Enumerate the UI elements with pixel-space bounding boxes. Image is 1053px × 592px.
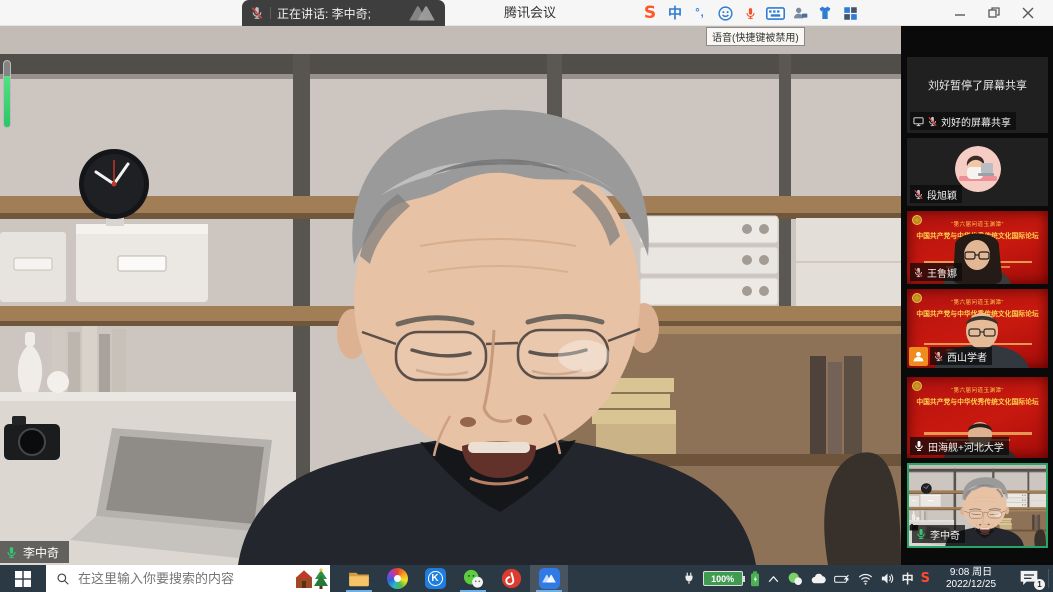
christmas-decoration-icon — [294, 567, 328, 590]
window-title: 腾讯会议 — [480, 0, 580, 26]
participant-label: 刘好的屏幕共享 — [910, 112, 1016, 130]
tab-divider — [270, 7, 271, 19]
participant-tile-xishanxuezhe[interactable]: “第六届问道玉渊潭” 中国共产党与中华优秀传统文化国际论坛 西山学者 — [907, 289, 1048, 368]
mic-muted-icon — [933, 351, 944, 362]
speaker-name: 李中奇 — [23, 544, 59, 561]
participants-sidebar: 刘好暂停了屏幕共享 刘好的屏幕共享 — [901, 26, 1053, 565]
search-input[interactable] — [78, 571, 278, 586]
tencent-meeting-taskbar-icon[interactable] — [530, 565, 568, 592]
voice-shortcut-tooltip: 语音(快捷键被禁用) — [706, 27, 805, 46]
mic-muted-icon — [913, 189, 924, 200]
member-badge-icon — [909, 347, 928, 366]
speaker-name-badge: 李中奇 — [0, 541, 69, 563]
search-icon — [56, 572, 70, 586]
power-plug-icon[interactable] — [682, 571, 696, 586]
restore-button[interactable] — [977, 0, 1011, 26]
meeting-tab[interactable]: 正在讲话: 李中奇; — [242, 0, 445, 26]
mic-muted-icon — [913, 267, 924, 278]
participant-label: 段旭颖 — [910, 185, 962, 203]
main-speaker-video[interactable]: 李中奇 — [0, 26, 901, 565]
punctuation-icon[interactable]: °, — [690, 3, 710, 23]
participant-tile-wangluna[interactable]: “第六届问道玉渊潭” 中国共产党与中华优秀传统文化国际论坛 王鲁娜 — [907, 211, 1048, 284]
chinese-mode-icon[interactable]: 中 — [665, 3, 685, 23]
notification-count-badge: 1 — [1034, 579, 1045, 590]
voice-input-icon[interactable] — [740, 3, 760, 23]
window-controls — [943, 0, 1045, 26]
mic-speaking-icon — [915, 528, 927, 540]
netease-music-icon[interactable] — [492, 565, 530, 592]
screenshare-paused-toast: 刘好暂停了屏幕共享 — [907, 77, 1048, 93]
minimize-button[interactable] — [943, 0, 977, 26]
wechat-icon[interactable] — [454, 565, 492, 592]
participant-label: 李中奇 — [912, 525, 965, 543]
participant-label: 王鲁娜 — [910, 263, 962, 281]
wechat-tray-icon[interactable] — [787, 572, 803, 586]
show-desktop-edge[interactable] — [1048, 569, 1049, 588]
mic-muted-icon — [250, 6, 264, 20]
kugou-music-icon[interactable]: K — [416, 565, 454, 592]
participant-tile-lizhongqi-active[interactable]: 李中奇 — [907, 463, 1048, 548]
battery-pen-icon[interactable] — [834, 573, 851, 585]
keyboard-icon[interactable] — [765, 3, 785, 23]
speaking-status: 正在讲话: 李中奇; — [277, 5, 371, 22]
tencent-meeting-window: 正在讲话: 李中奇; 腾讯会议 S 中 °, — [0, 0, 1053, 592]
mic-on-icon — [913, 440, 925, 452]
taskbar-search[interactable] — [46, 565, 330, 592]
close-button[interactable] — [1011, 0, 1045, 26]
participant-tile-screenshare[interactable]: 刘好暂停了屏幕共享 刘好的屏幕共享 — [907, 57, 1048, 133]
taskbar-clock[interactable]: 9:08 周日 2022/12/25 — [933, 567, 1009, 590]
speaker-video-frame — [0, 26, 901, 565]
volume-icon[interactable] — [880, 572, 895, 585]
battery-manager-icon[interactable] — [750, 571, 760, 587]
clock-time: 9:08 周日 — [933, 567, 1009, 579]
mic-speaking-icon — [5, 546, 18, 559]
participant-label: 田海舰+河北大学 — [910, 437, 1009, 455]
windows-taskbar: K 100% — [0, 565, 1053, 592]
volume-level-indicator — [3, 60, 11, 128]
tencent-meeting-logo-icon — [407, 3, 437, 23]
sogou-tray-icon[interactable]: S — [921, 571, 930, 586]
screen-share-icon — [913, 116, 924, 127]
titlebar: 正在讲话: 李中奇; 腾讯会议 S 中 °, — [0, 0, 1053, 26]
mic-muted-icon — [927, 116, 938, 127]
cloud-sync-icon[interactable] — [810, 573, 827, 585]
participant-label: 西山学者 — [930, 347, 992, 365]
clock-date: 2022/12/25 — [933, 579, 1009, 591]
participant-tile-tianhaijian[interactable]: “第六届问道玉渊潭” 中国共产党与中华优秀传统文化国际论坛 田海舰+河北大学 — [907, 377, 1048, 458]
browser-pinwheel-icon[interactable] — [378, 565, 416, 592]
participant-tile-duanxuying[interactable]: 段旭颖 — [907, 138, 1048, 206]
tray-chevron-up-icon[interactable] — [767, 574, 780, 584]
system-tray: 100% 中 S — [682, 565, 930, 592]
notification-center-button[interactable]: 1 — [1019, 569, 1043, 588]
battery-percentage-badge[interactable]: 100% — [703, 571, 743, 586]
ime-mode-tray-icon[interactable]: 中 — [902, 570, 914, 587]
toolbox-icon[interactable] — [840, 3, 860, 23]
taskbar-app-icons: K — [340, 565, 568, 592]
emoji-icon[interactable] — [715, 3, 735, 23]
sogou-ime-toolbar: S 中 °, — [640, 2, 860, 24]
sogou-logo-icon[interactable]: S — [640, 3, 660, 23]
wifi-icon[interactable] — [858, 573, 873, 585]
skin-icon[interactable] — [815, 3, 835, 23]
file-explorer-icon[interactable] — [340, 565, 378, 592]
passport-icon[interactable] — [790, 3, 810, 23]
start-button[interactable] — [0, 565, 46, 592]
